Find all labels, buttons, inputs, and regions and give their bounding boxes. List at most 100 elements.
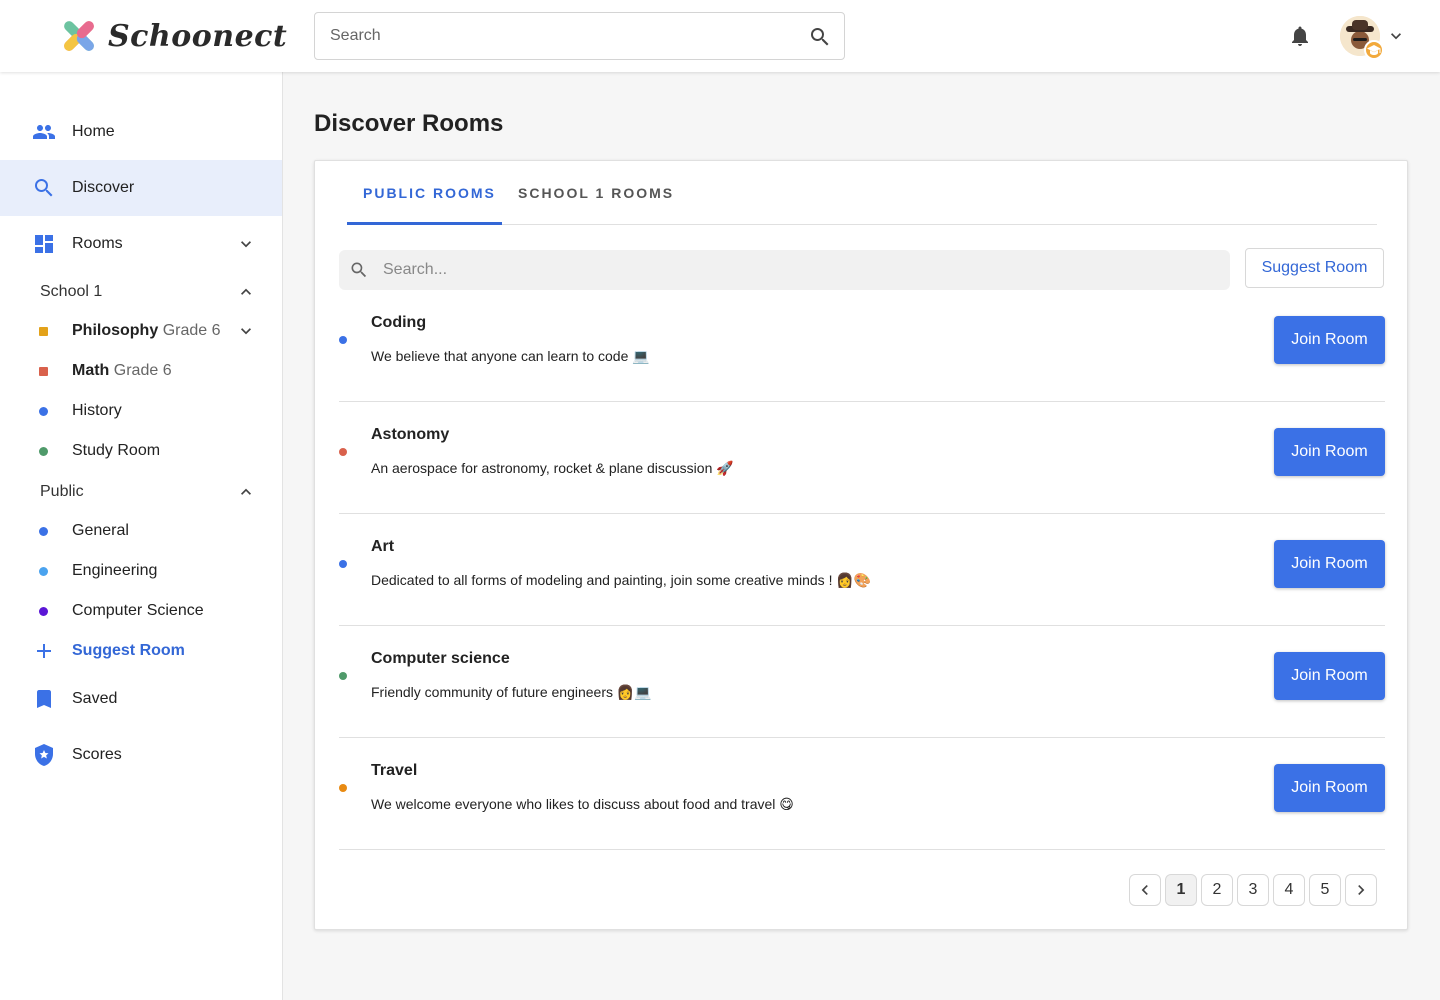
room-name: Coding — [371, 314, 427, 331]
suggest-room-link: Suggest Room — [72, 642, 185, 659]
room-color-dot — [339, 448, 347, 456]
sidebar-room-math[interactable]: Math Grade 6 — [0, 351, 282, 391]
join-room-button[interactable]: Join Room — [1274, 540, 1385, 588]
graduate-badge-icon — [1364, 40, 1384, 60]
sidebar-item-label: Rooms — [72, 235, 123, 252]
prev-page-button[interactable] — [1129, 874, 1161, 906]
room-name: General — [72, 522, 129, 539]
logo[interactable]: Schoonect — [58, 14, 287, 58]
group-label-public: Public — [40, 483, 84, 500]
room-search-input[interactable] — [383, 250, 1203, 290]
tab-public-rooms[interactable]: PUBLIC ROOMS — [363, 185, 496, 201]
room-grade: Grade 6 — [162, 322, 221, 339]
room-tabs: PUBLIC ROOMS SCHOOL 1 ROOMS — [347, 161, 1377, 225]
room-row: Art Dedicated to all forms of modeling a… — [339, 514, 1385, 626]
avatar[interactable] — [1340, 16, 1384, 60]
room-name: Art — [371, 538, 395, 555]
room-color-dot — [39, 527, 48, 536]
room-description: Dedicated to all forms of modeling and p… — [371, 572, 872, 588]
bell-icon[interactable] — [1288, 24, 1312, 48]
room-color-dot — [39, 447, 48, 456]
top-bar: Schoonect — [0, 0, 1440, 72]
chevron-up-icon[interactable] — [236, 482, 256, 502]
next-page-button[interactable] — [1345, 874, 1377, 906]
join-room-button[interactable]: Join Room — [1274, 764, 1385, 812]
room-name: History — [72, 402, 122, 419]
room-color-dot — [339, 672, 347, 680]
sidebar-item-label: Scores — [72, 746, 122, 763]
sidebar-item-label: Saved — [72, 690, 118, 707]
sidebar-room-study-room[interactable]: Study Room — [0, 431, 282, 471]
chevron-up-icon[interactable] — [236, 282, 256, 302]
room-name: Computer Science — [72, 602, 204, 619]
chevron-down-icon[interactable] — [236, 321, 256, 341]
room-grade: Grade 6 — [113, 362, 172, 379]
rooms-card: PUBLIC ROOMS SCHOOL 1 ROOMS Suggest Room… — [314, 160, 1408, 930]
sidebar: Home Discover Rooms School 1 Philosophy … — [0, 72, 283, 1000]
join-room-button[interactable]: Join Room — [1274, 652, 1385, 700]
page-button[interactable]: 5 — [1309, 874, 1341, 906]
sidebar-room-engineering[interactable]: Engineering — [0, 551, 282, 591]
sidebar-item-label: Home — [72, 123, 115, 140]
page-button[interactable]: 4 — [1273, 874, 1305, 906]
room-color-dot — [339, 560, 347, 568]
people-icon — [33, 125, 55, 139]
global-search-input[interactable] — [330, 13, 790, 59]
room-row: Astonomy An aerospace for astronomy, roc… — [339, 402, 1385, 514]
page-button[interactable]: 3 — [1237, 874, 1269, 906]
dashboard-icon — [35, 235, 53, 253]
global-search — [314, 12, 845, 60]
tab-indicator — [347, 222, 502, 225]
room-name: Astonomy — [371, 426, 450, 443]
sidebar-item-saved[interactable]: Saved — [0, 671, 282, 727]
room-row: Computer science Friendly community of f… — [339, 626, 1385, 738]
sidebar-item-label: Discover — [72, 179, 135, 196]
suggest-room-button[interactable]: Suggest Room — [1245, 248, 1384, 288]
logo-icon — [64, 21, 94, 51]
join-room-button[interactable]: Join Room — [1274, 316, 1385, 364]
room-color-dot — [39, 367, 48, 376]
room-name: Computer science — [371, 650, 510, 667]
sidebar-item-rooms[interactable]: Rooms — [0, 216, 282, 272]
room-name: Math — [72, 362, 110, 379]
shield-star-icon — [35, 744, 53, 766]
sidebar-item-home[interactable]: Home — [0, 104, 282, 160]
join-room-button[interactable]: Join Room — [1274, 428, 1385, 476]
room-description: We believe that anyone can learn to code… — [371, 348, 650, 364]
chevron-right-icon — [1358, 885, 1365, 895]
sidebar-item-discover[interactable]: Discover — [0, 160, 282, 216]
sidebar-room-philosophy[interactable]: Philosophy Grade 6 — [0, 311, 282, 351]
page-title: Discover Rooms — [314, 110, 504, 137]
room-search — [339, 250, 1230, 290]
room-name: Study Room — [72, 442, 161, 459]
room-row: Travel We welcome everyone who likes to … — [339, 738, 1385, 850]
plus-icon — [37, 644, 51, 658]
chevron-down-icon[interactable] — [1386, 26, 1406, 46]
sidebar-room-computer-science[interactable]: Computer Science — [0, 591, 282, 631]
room-color-dot — [339, 784, 347, 792]
sidebar-room-history[interactable]: History — [0, 391, 282, 431]
search-icon — [35, 179, 53, 197]
chevron-left-icon — [1141, 885, 1148, 895]
chevron-down-icon[interactable] — [236, 234, 256, 254]
sidebar-room-general[interactable]: General — [0, 511, 282, 551]
room-name: Travel — [371, 762, 418, 779]
room-color-dot — [339, 336, 347, 344]
room-description: An aerospace for astronomy, rocket & pla… — [371, 460, 734, 476]
page-button[interactable]: 1 — [1165, 874, 1197, 906]
room-name: Engineering — [72, 562, 158, 579]
room-color-dot — [39, 407, 48, 416]
search-icon — [351, 262, 367, 278]
search-icon[interactable] — [808, 25, 832, 49]
room-color-dot — [39, 567, 48, 576]
logo-text: Schoonect — [108, 18, 288, 54]
room-color-dot — [39, 327, 48, 336]
room-color-dot — [39, 607, 48, 616]
sidebar-suggest-room[interactable]: Suggest Room — [0, 631, 282, 671]
tab-school-rooms[interactable]: SCHOOL 1 ROOMS — [518, 185, 674, 201]
group-label-school: School 1 — [40, 283, 103, 300]
sidebar-item-scores[interactable]: Scores — [0, 727, 282, 783]
room-name: Philosophy — [72, 322, 159, 339]
page-button[interactable]: 2 — [1201, 874, 1233, 906]
room-description: Friendly community of future engineers 👩… — [371, 684, 652, 700]
